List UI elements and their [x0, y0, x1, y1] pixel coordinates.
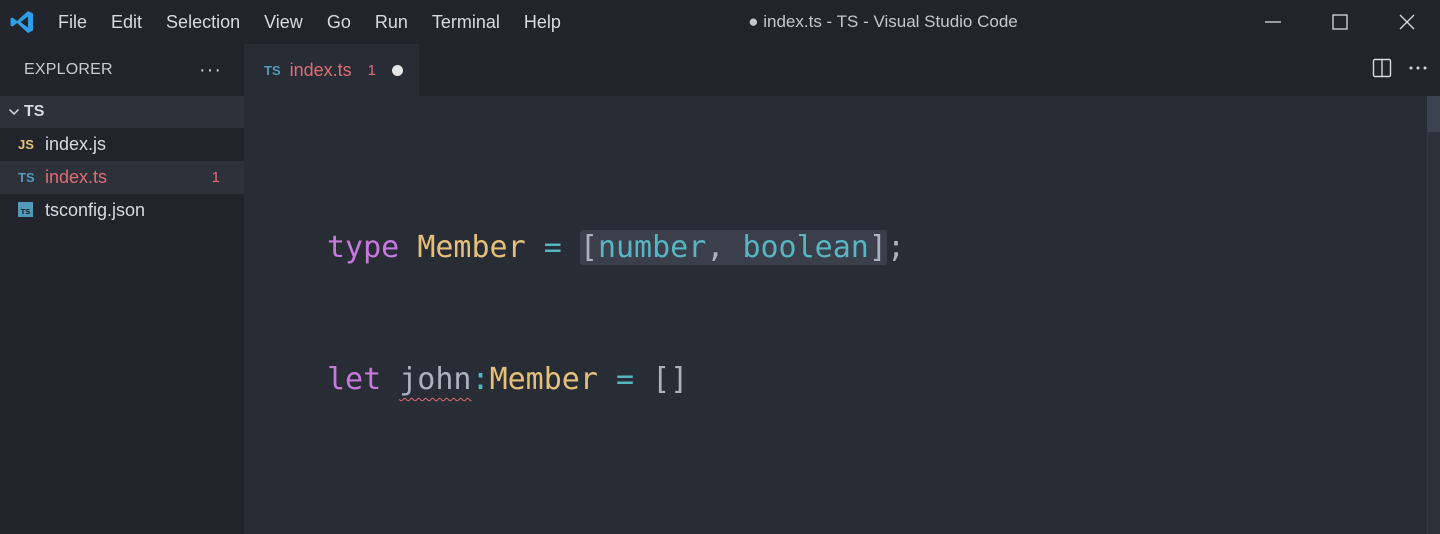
- semicolon-token: ;: [886, 230, 905, 265]
- tab-problem-count: 1: [367, 61, 377, 79]
- menu-edit[interactable]: Edit: [99, 0, 154, 44]
- file-index-js[interactable]: JS index.js: [0, 128, 244, 161]
- file-tsconfig-json[interactable]: TS tsconfig.json: [0, 194, 244, 227]
- scrollbar-thumb[interactable]: [1427, 96, 1440, 132]
- keyword-token: type: [327, 230, 400, 265]
- type-token: boolean: [742, 230, 869, 265]
- editor-actions: [1372, 44, 1428, 96]
- js-file-icon: JS: [18, 137, 34, 152]
- array-literal-token: []: [652, 362, 689, 397]
- explorer-sidebar: EXPLORER ··· TS JS index.js TS index.ts …: [0, 44, 244, 534]
- close-button[interactable]: [1373, 0, 1440, 44]
- window-controls: [1239, 0, 1440, 44]
- minimize-button[interactable]: [1239, 0, 1306, 44]
- menu-view[interactable]: View: [252, 0, 315, 44]
- chevron-down-icon: [4, 106, 24, 118]
- error-variable-token: john: [399, 362, 472, 397]
- problem-count-badge: 1: [211, 169, 220, 186]
- bracket-token: [: [579, 230, 598, 265]
- file-label: index.js: [45, 134, 107, 154]
- code-editor[interactable]: type Member = [number, boolean]; let joh…: [244, 96, 1427, 534]
- unsaved-dot-icon[interactable]: [392, 64, 404, 76]
- menu-run[interactable]: Run: [363, 0, 420, 44]
- more-actions-icon[interactable]: [1408, 58, 1428, 83]
- operator-token: =: [616, 362, 635, 397]
- tsconfig-file-icon: TS: [18, 201, 40, 220]
- folder-ts[interactable]: TS: [0, 96, 244, 128]
- code-line-2: let john:Member = []: [327, 358, 905, 402]
- tab-index-ts[interactable]: TS index.ts 1: [244, 44, 419, 96]
- title-bar: File Edit Selection View Go Run Terminal…: [0, 0, 1440, 44]
- colon-token: :: [471, 362, 490, 397]
- minimize-icon: [1264, 21, 1281, 23]
- menu-go[interactable]: Go: [315, 0, 363, 44]
- vscode-logo-icon: [0, 0, 44, 44]
- file-label: tsconfig.json: [45, 200, 146, 220]
- menu-bar: File Edit Selection View Go Run Terminal…: [46, 0, 573, 44]
- comma-token: ,: [706, 230, 725, 265]
- maximize-button[interactable]: [1306, 0, 1373, 44]
- vertical-scrollbar[interactable]: [1427, 96, 1440, 534]
- tuple-selection: [number, boolean]: [579, 230, 887, 265]
- operator-token: =: [543, 230, 562, 265]
- svg-text:TS: TS: [21, 208, 31, 216]
- editor-tab-bar: TS index.ts 1: [244, 44, 1440, 96]
- type-name-token: Member: [417, 230, 526, 265]
- code-content[interactable]: type Member = [number, boolean]; let joh…: [327, 138, 905, 490]
- ts-file-icon: TS: [18, 170, 35, 185]
- menu-selection[interactable]: Selection: [154, 0, 252, 44]
- explorer-header: EXPLORER ···: [0, 44, 244, 96]
- ts-file-icon: TS: [264, 62, 281, 78]
- code-line-1: type Member = [number, boolean];: [327, 226, 905, 270]
- type-token: number: [597, 230, 707, 265]
- file-label: index.ts: [45, 167, 108, 187]
- type-name-token: Member: [489, 362, 598, 397]
- more-actions-icon[interactable]: ···: [199, 59, 222, 82]
- close-icon: [1399, 14, 1414, 30]
- maximize-icon: [1331, 14, 1348, 30]
- menu-file[interactable]: File: [46, 0, 99, 44]
- split-editor-icon[interactable]: [1372, 58, 1392, 83]
- keyword-token: let: [327, 362, 382, 397]
- folder-label: TS: [24, 103, 45, 120]
- file-index-ts[interactable]: TS index.ts 1: [0, 161, 244, 194]
- explorer-title: EXPLORER: [24, 61, 113, 78]
- menu-terminal[interactable]: Terminal: [420, 0, 512, 44]
- bracket-token: ]: [868, 230, 887, 265]
- menu-help[interactable]: Help: [512, 0, 573, 44]
- tab-label: index.ts: [289, 59, 352, 80]
